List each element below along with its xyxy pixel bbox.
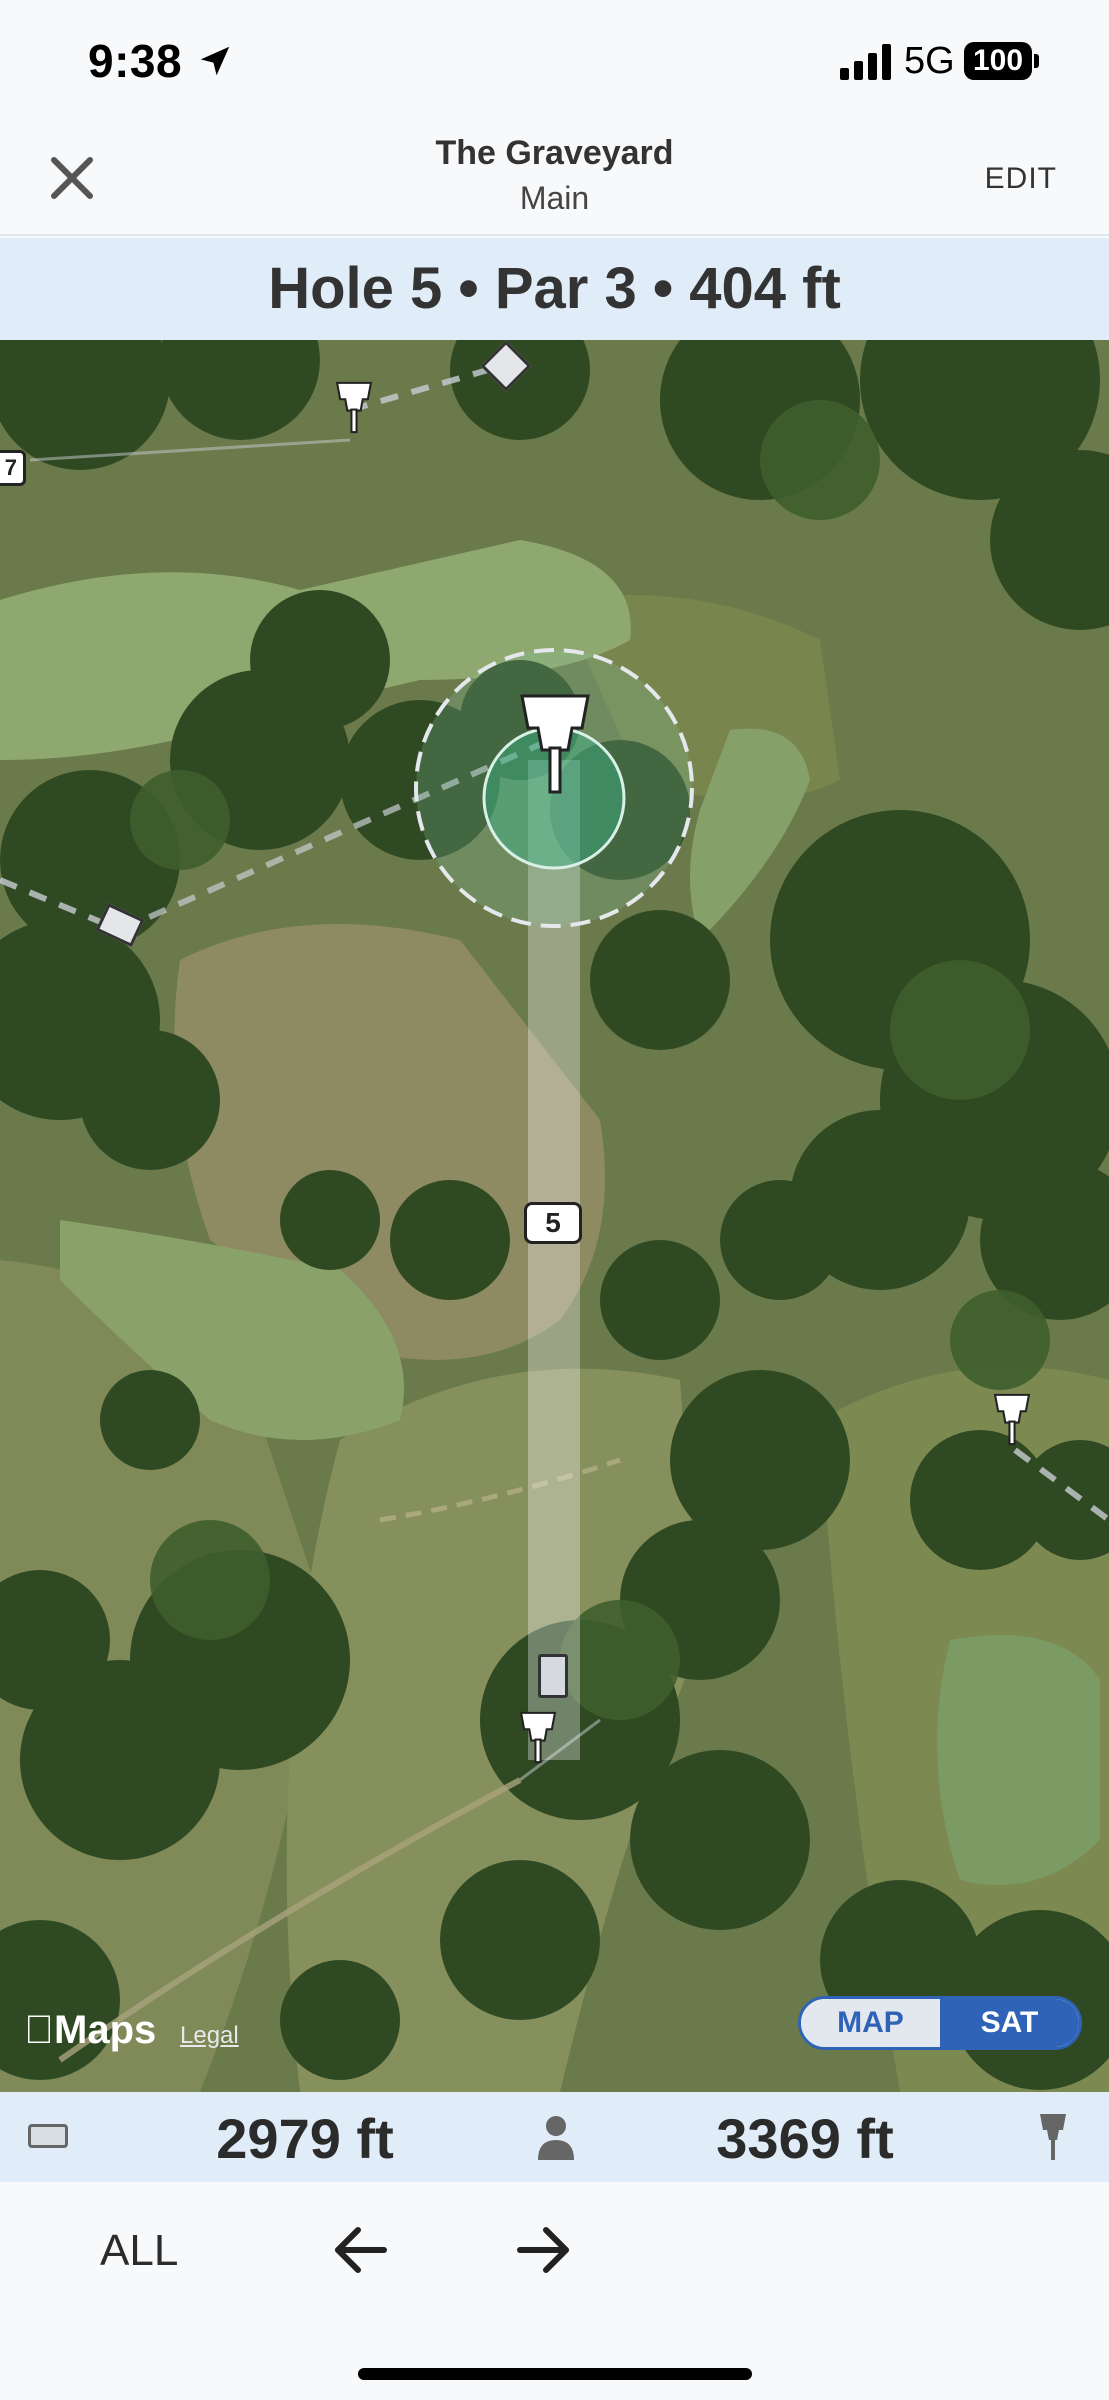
tee-pad-icon[interactable] bbox=[538, 1654, 568, 1698]
header: The Graveyard Main EDIT bbox=[0, 120, 1109, 236]
home-indicator[interactable] bbox=[358, 2368, 752, 2380]
maps-brand: Maps bbox=[24, 2008, 156, 2052]
satellite-view-button[interactable]: SAT bbox=[940, 1999, 1079, 2047]
apple-icon:  bbox=[24, 2008, 54, 2052]
arrow-left-icon[interactable] bbox=[330, 2222, 390, 2278]
person-icon bbox=[538, 2116, 574, 2160]
battery-level: 100 bbox=[972, 44, 1024, 77]
location-arrow-icon bbox=[200, 46, 230, 76]
signal-icon bbox=[840, 44, 891, 80]
distance-to-basket: 3369 ft bbox=[716, 2107, 894, 2170]
status-bar: 9:38 5G 100 bbox=[0, 0, 1109, 120]
satellite-map[interactable]: 5 7 Maps Legal MAP SAT bbox=[0, 340, 1109, 2092]
arrow-right-icon[interactable] bbox=[514, 2222, 574, 2278]
all-holes-button[interactable]: ALL bbox=[100, 2226, 178, 2276]
basket-icon[interactable] bbox=[518, 1708, 558, 1768]
course-title: The Graveyard bbox=[435, 134, 674, 172]
edit-button[interactable]: EDIT bbox=[985, 162, 1057, 196]
hole-number: 7 bbox=[4, 455, 17, 480]
map-view-button[interactable]: MAP bbox=[801, 1999, 940, 2047]
distance-bar: 2979 ft 3369 ft bbox=[0, 2092, 1109, 2182]
basket-icon[interactable] bbox=[516, 692, 594, 798]
hole-number-marker[interactable]: 7 bbox=[0, 450, 26, 486]
course-layout: Main bbox=[519, 180, 590, 216]
network-label: 5G bbox=[904, 40, 955, 82]
apple-maps-logo: Maps bbox=[24, 2008, 156, 2053]
legal-link[interactable]: Legal bbox=[180, 2022, 239, 2050]
tee-icon bbox=[28, 2124, 68, 2148]
bottom-nav: ALL bbox=[0, 2182, 1109, 2400]
hole-info-bar: Hole 5 • Par 3 • 404 ft bbox=[0, 238, 1109, 340]
basket-icon bbox=[1040, 2114, 1066, 2160]
basket-icon[interactable] bbox=[992, 1390, 1032, 1450]
hole-info: Hole 5 • Par 3 • 404 ft bbox=[268, 256, 841, 321]
hole-number: 5 bbox=[545, 1207, 561, 1238]
battery-icon: 100 bbox=[964, 42, 1040, 80]
distance-from-tee: 2979 ft bbox=[216, 2107, 394, 2170]
basket-icon[interactable] bbox=[334, 378, 374, 438]
status-time: 9:38 bbox=[88, 35, 183, 87]
hole-number-marker[interactable]: 5 bbox=[524, 1202, 582, 1244]
map-type-toggle[interactable]: MAP SAT bbox=[798, 1996, 1082, 2050]
